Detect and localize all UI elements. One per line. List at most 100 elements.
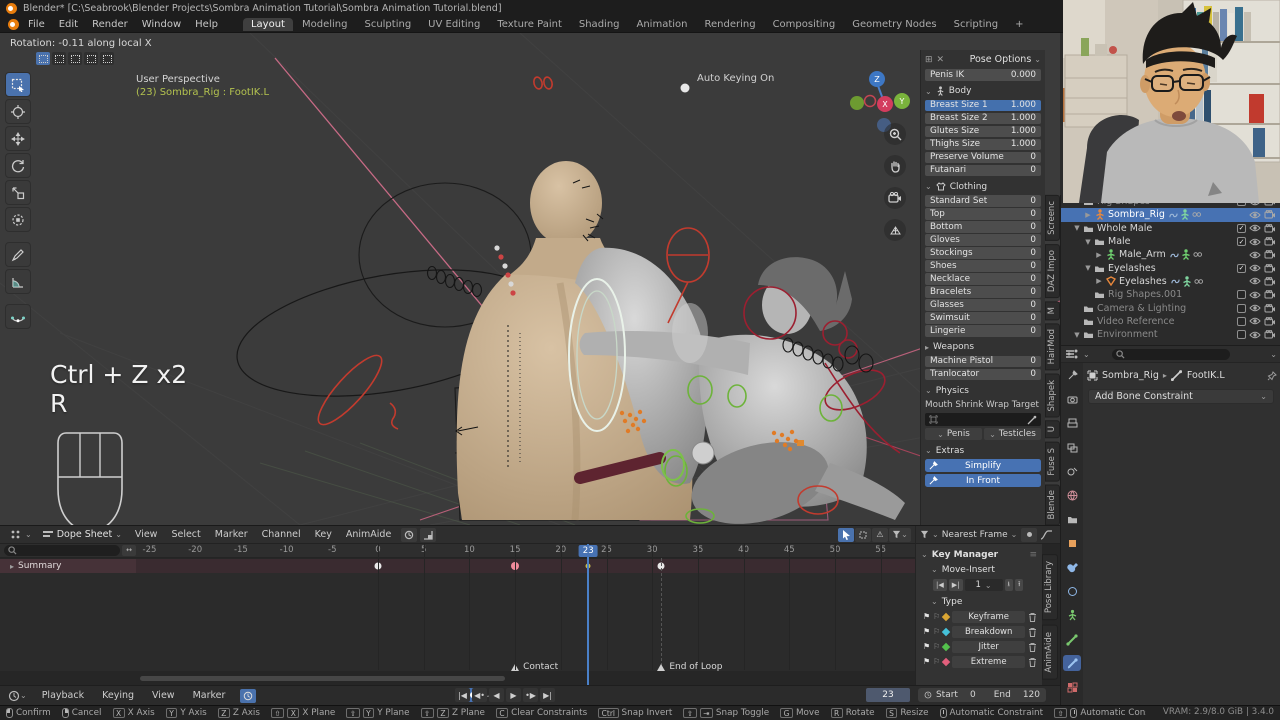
pose-slider-necklace[interactable]: Necklace 0 [925,273,1041,285]
pin-icon[interactable] [1267,370,1277,381]
outliner-row-whole-male[interactable]: ▼ Whole Male ✓ [1061,222,1280,235]
properties-tab-view-layer-icon[interactable] [1063,439,1081,455]
workspace-tab-rendering[interactable]: Rendering [696,18,763,31]
trash-icon[interactable] [1028,642,1037,652]
play-button[interactable]: ▶ [506,688,521,702]
properties-tab-collection-icon[interactable] [1063,511,1081,527]
camera-icon[interactable] [1264,303,1276,313]
pose-slider-bottom[interactable]: Bottom 0 [925,221,1041,233]
timeline-menu-marker[interactable]: Marker [184,690,235,701]
expand-icon[interactable]: ▼ [1083,238,1093,246]
trash-icon[interactable] [1028,657,1037,667]
move-insert-amount[interactable]: 1 ⌄ [964,579,1003,591]
workspace-tab-modeling[interactable]: Modeling [294,18,356,31]
camera-view-icon[interactable] [884,187,906,209]
outliner-row-camera-lighting[interactable]: Camera & Lighting [1061,301,1280,314]
expand-icon[interactable]: ▼ [1083,264,1093,272]
timeline-menu-playback[interactable]: Playback [33,690,93,701]
dope-menu-key[interactable]: Key [308,529,339,540]
properties-tab-armature-data-icon[interactable] [1063,607,1081,623]
pose-slider-swimsuit[interactable]: Swimsuit 0 [925,312,1041,324]
key-type-label[interactable]: Breakdown [952,625,1025,638]
playhead[interactable] [587,544,590,685]
workspace-tab-layout[interactable]: Layout [242,17,293,31]
tool-measure-icon[interactable] [5,269,31,294]
collection-checkbox[interactable] [1237,330,1246,340]
dope-menu-view[interactable]: View [128,529,165,540]
menu-render[interactable]: Render [85,18,135,31]
current-frame-badge[interactable]: 23 [578,544,598,557]
sidebar-tab-hairmod[interactable]: HairMod [1045,323,1060,371]
eye-icon[interactable] [1249,277,1261,285]
eye-icon[interactable] [1249,331,1261,339]
properties-tab-texture-icon[interactable] [1063,679,1081,695]
viewport-3d[interactable]: Rotation: -0.11 along local X User Persp… [0,33,1060,525]
collection-checkbox[interactable] [1237,290,1246,300]
workspace-tab-animation[interactable]: Animation [629,18,696,31]
horizontal-scrollbar[interactable] [140,676,505,681]
timeline-editor-icon[interactable] [8,690,20,702]
expand-icon[interactable]: ▼ [1072,331,1082,339]
transform-box-icon[interactable] [855,527,871,542]
properties-editor-icon[interactable] [1065,348,1079,360]
sync-icon[interactable] [240,688,257,703]
pose-options-tab[interactable]: Pose Options ⌄ [970,54,1041,65]
tool-annotate-icon[interactable] [5,242,31,267]
keyframe-grid[interactable] [0,573,915,671]
expand-icon[interactable]: ▸ [10,562,14,571]
section-header-weapons[interactable]: ▸ Weapons [925,341,1041,354]
key-type-label[interactable]: Keyframe [952,610,1025,623]
properties-tab-tool-icon[interactable] [1063,367,1081,383]
filter-icon[interactable]: ⌄ [889,527,911,542]
shrinkwrap-target-field[interactable] [925,413,1041,426]
outliner-row-video-reference[interactable]: Video Reference [1061,315,1280,328]
pose-slider-tranlocator[interactable]: Tranlocator 0 [925,368,1041,380]
dope-menu-marker[interactable]: Marker [208,529,255,540]
camera-icon[interactable] [1264,330,1276,339]
properties-tab-bone-constraint-icon[interactable] [1063,655,1081,671]
camera-icon[interactable] [1264,290,1276,299]
pose-slider-preserve-volume[interactable]: Preserve Volume 0 [925,151,1041,163]
pose-slider-breast-size-1[interactable]: Breast Size 1 1.000 [925,99,1041,111]
select-mode-circle[interactable] [68,52,82,65]
jump-end-button[interactable]: ▶| [540,688,555,702]
tool-rotate-icon[interactable] [5,153,31,178]
select-mode-box[interactable] [52,52,66,65]
properties-tab-object-icon[interactable] [1063,535,1081,551]
key-manager-title[interactable]: Key Manager [932,550,998,560]
deselect-flag-icon[interactable]: ⚐ [933,657,940,666]
channel-search-input[interactable] [4,545,120,556]
properties-tab-modifier-icon[interactable] [1063,559,1081,575]
section-header-clothing[interactable]: ⌄ Clothing [925,180,1041,193]
select-tool-icon[interactable] [838,527,854,542]
select-flag-icon[interactable]: ⚑ [923,642,930,651]
pose-slider-bracelets[interactable]: Bracelets 0 [925,286,1041,298]
outliner-row-eyelashes[interactable]: ▶ Eyelashes [1061,275,1280,288]
eye-icon[interactable] [1249,238,1261,246]
tool-scale-icon[interactable] [5,180,31,205]
zoom-icon[interactable] [884,123,906,145]
snap-mode-dropdown[interactable]: Nearest Frame [942,530,1008,540]
outliner-row-male-arm[interactable]: ▶ Male_Arm [1061,248,1280,261]
section-header-physics[interactable]: ⌄ Physics [925,384,1041,397]
breadcrumb-object[interactable]: Sombra_Rig [1102,370,1159,381]
dope-sheet-mode-dropdown[interactable]: Dope Sheet ⌄ [37,528,126,541]
key-download-button[interactable]: ⭳ [1004,579,1013,591]
camera-icon[interactable] [1264,210,1276,219]
start-value[interactable]: 0 [970,690,976,700]
sidebar-tab-fuse-s[interactable]: Fuse S [1045,441,1060,482]
pose-slider-top[interactable]: Top 0 [925,208,1041,220]
section-header-body[interactable]: ⌄ Body [925,85,1041,98]
properties-search-input[interactable] [1111,348,1230,360]
pose-slider-shoes[interactable]: Shoes 0 [925,260,1041,272]
tool-transform-icon[interactable] [5,207,31,232]
select-flag-icon[interactable]: ⚑ [923,657,930,666]
camera-icon[interactable] [1264,263,1276,273]
collection-checkbox[interactable] [1237,316,1246,326]
expand-icon[interactable]: ▶ [1094,277,1104,285]
deselect-flag-icon[interactable]: ⚐ [933,627,940,636]
tool-select-box-icon[interactable] [5,72,31,97]
eye-icon[interactable] [1249,224,1261,232]
menu-help[interactable]: Help [188,18,225,31]
workspace-tab-compositing[interactable]: Compositing [765,18,844,31]
